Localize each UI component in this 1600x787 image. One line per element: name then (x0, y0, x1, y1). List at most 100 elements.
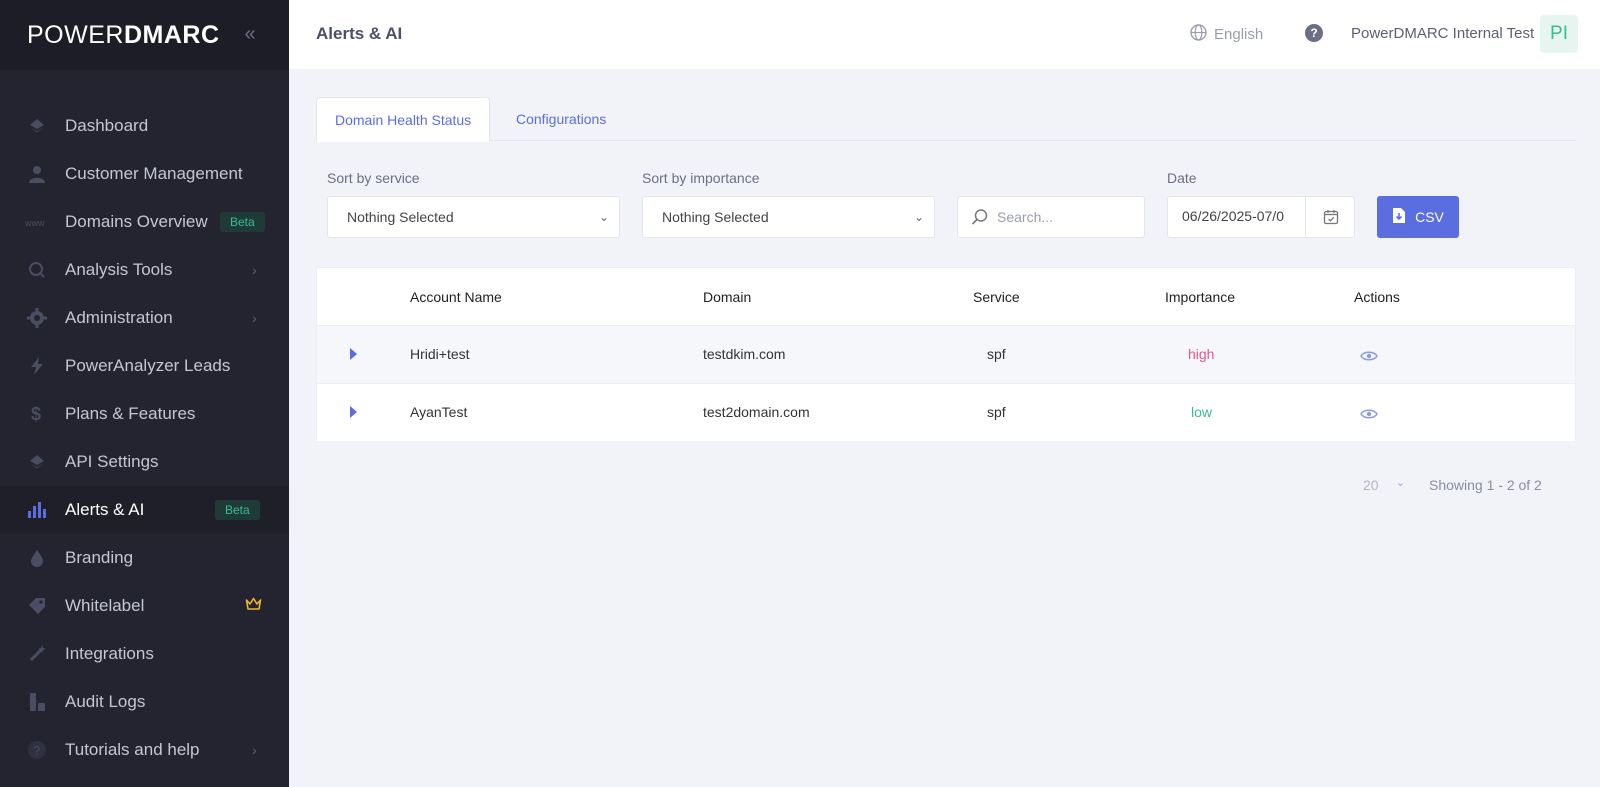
importance-cell: high (1188, 346, 1215, 362)
alerts-table: Account Name Domain Service Importance A… (316, 267, 1576, 441)
account-name-cell: AyanTest (410, 404, 468, 420)
collapse-sidebar-icon[interactable]: « (238, 22, 262, 46)
page-title: Alerts & AI (316, 24, 403, 43)
pagination-info: Showing 1 - 2 of 2 (1429, 477, 1542, 493)
sidebar-item-label: Domains Overview (65, 212, 208, 231)
organization-name[interactable]: PowerDMARC Internal Test (1351, 25, 1534, 42)
csv-download-button[interactable]: CSV (1377, 196, 1459, 238)
tab-bar: Domain Health Status Configurations (316, 97, 1576, 142)
search-input[interactable] (997, 207, 1137, 227)
csv-label: CSV (1415, 209, 1444, 225)
expand-row-icon[interactable] (350, 406, 357, 418)
sidebar-item-whitelabel[interactable]: Whitelabel (0, 582, 289, 630)
chevron-down-icon: ⌄ (913, 210, 924, 224)
person-icon (25, 162, 49, 186)
search-icon (971, 208, 989, 231)
crown-icon (245, 597, 262, 616)
sidebar-item-label: API Settings (65, 452, 159, 471)
importance-cell: low (1191, 404, 1213, 420)
sidebar-item-api-settings[interactable]: API Settings (0, 438, 289, 486)
beta-badge: Beta (220, 212, 265, 232)
date-range-field[interactable]: 06/26/2025-07/0 (1167, 196, 1355, 238)
sidebar: POWERDMARC « Dashboard Customer Manageme… (0, 0, 289, 787)
sidebar-item-label: Branding (65, 548, 134, 567)
top-header: Alerts & AI English ? PowerDMARC Interna… (289, 0, 1600, 69)
expand-row-icon[interactable] (350, 348, 357, 360)
date-range-value[interactable]: 06/26/2025-07/0 (1182, 208, 1306, 224)
chevron-right-icon: › (252, 310, 257, 326)
select-value: Nothing Selected (662, 209, 769, 225)
sidebar-item-poweranalyzer-leads[interactable]: PowerAnalyzer Leads (0, 342, 289, 390)
service-cell: spf (987, 346, 1006, 362)
date-label: Date (1167, 170, 1197, 186)
search-icon (25, 258, 49, 282)
language-label: English (1214, 26, 1264, 43)
language-selector[interactable]: English (1190, 24, 1263, 45)
gear-icon (25, 306, 49, 330)
column-header-service[interactable]: Service (973, 289, 1020, 305)
sidebar-item-integrations[interactable]: Integrations (0, 630, 289, 678)
chevron-right-icon: › (252, 262, 257, 278)
avatar[interactable]: PI (1540, 15, 1578, 53)
calendar-icon[interactable] (1305, 197, 1355, 237)
logo-text-light: POWER (27, 20, 124, 49)
sidebar-item-label: Analysis Tools (65, 260, 173, 279)
chevron-down-icon: ⌄ (598, 210, 609, 224)
question-icon: ? (25, 738, 49, 762)
service-cell: spf (987, 404, 1006, 420)
sidebar-item-label: Alerts & AI (65, 500, 145, 519)
account-name-cell: Hridi+test (410, 346, 470, 362)
sidebar-item-dashboard[interactable]: Dashboard (0, 102, 289, 150)
sidebar-item-label: Whitelabel (65, 596, 145, 615)
sort-by-service-select[interactable]: Nothing Selected ⌄ (327, 196, 620, 238)
domain-cell: test2domain.com (703, 404, 810, 420)
dollar-icon: $ (25, 402, 49, 426)
table-row: AyanTest test2domain.com spf low (317, 383, 1575, 441)
domain-cell: testdkim.com (703, 346, 786, 362)
help-icon[interactable]: ? (1305, 24, 1323, 42)
view-eye-icon[interactable] (1360, 407, 1378, 425)
globe-icon (1190, 24, 1207, 45)
brand-logo[interactable]: POWERDMARC (27, 21, 220, 50)
sort-by-importance-select[interactable]: Nothing Selected ⌄ (642, 196, 935, 238)
file-download-icon (1392, 207, 1406, 227)
sidebar-item-label: Administration (65, 308, 173, 327)
drop-icon (25, 546, 49, 570)
bar-chart-icon (25, 498, 49, 522)
column-header-domain[interactable]: Domain (703, 289, 751, 305)
sidebar-item-plans-features[interactable]: $ Plans & Features (0, 390, 289, 438)
wand-icon (25, 642, 49, 666)
sidebar-item-alerts-ai[interactable]: Alerts & AI Beta (0, 486, 289, 534)
diamond-icon (25, 450, 49, 474)
sidebar-item-branding[interactable]: Branding (0, 534, 289, 582)
sidebar-item-domains-overview[interactable]: www Domains Overview Beta (0, 198, 289, 246)
column-header-actions: Actions (1354, 289, 1400, 305)
page-size-select[interactable]: 20 ⌄ (1351, 468, 1413, 502)
sidebar-item-tutorials-help[interactable]: ? Tutorials and help › (0, 726, 289, 774)
sidebar-item-audit-logs[interactable]: Audit Logs (0, 678, 289, 726)
chevron-down-icon: ⌄ (1395, 477, 1405, 489)
sidebar-item-label: Integrations (65, 644, 154, 663)
column-header-account[interactable]: Account Name (410, 289, 502, 305)
tab-domain-health-status[interactable]: Domain Health Status (316, 97, 491, 142)
select-value: Nothing Selected (347, 209, 454, 225)
sort-by-importance-label: Sort by importance (642, 170, 760, 186)
svg-text:$: $ (31, 404, 41, 424)
page-size-value: 20 (1363, 477, 1379, 493)
sidebar-item-customer-management[interactable]: Customer Management (0, 150, 289, 198)
sidebar-item-analysis-tools[interactable]: Analysis Tools › (0, 246, 289, 294)
sort-by-service-label: Sort by service (327, 170, 420, 186)
column-header-importance[interactable]: Importance (1165, 289, 1235, 305)
svg-text:www: www (25, 218, 45, 228)
logs-icon (25, 690, 49, 714)
logo-text-bold: DMARC (123, 20, 220, 49)
view-eye-icon[interactable] (1360, 349, 1378, 367)
sidebar-nav: Dashboard Customer Management www Domain… (0, 102, 289, 774)
tab-configurations[interactable]: Configurations (498, 97, 624, 142)
sidebar-item-administration[interactable]: Administration › (0, 294, 289, 342)
bolt-icon (25, 354, 49, 378)
tag-icon (25, 594, 49, 618)
logo-bar: POWERDMARC « (0, 0, 289, 70)
sidebar-item-label: Dashboard (65, 116, 149, 135)
sidebar-item-label: Customer Management (65, 164, 243, 183)
